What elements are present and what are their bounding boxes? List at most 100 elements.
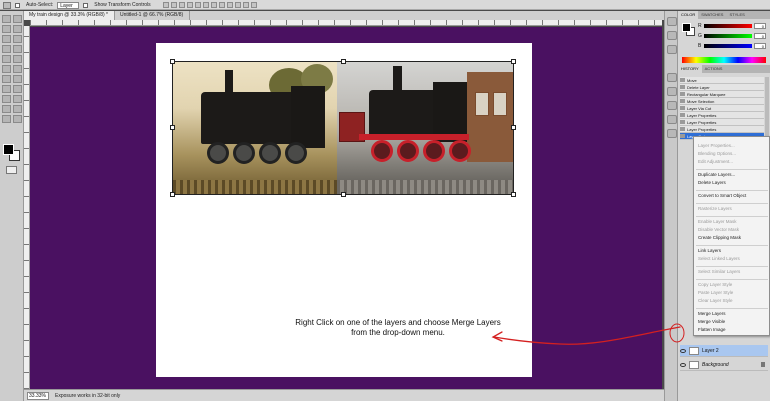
tab-history[interactable]: HISTORY	[678, 65, 702, 73]
history-item[interactable]: Layer Properties	[680, 112, 764, 119]
blur-icon[interactable]	[2, 75, 11, 83]
history-item[interactable]: Move Selection	[680, 98, 764, 105]
menu-item-delete-layers[interactable]: Delete Layers	[698, 180, 726, 186]
clone-stamp-icon[interactable]	[2, 55, 11, 63]
locomotive-chimney	[225, 70, 233, 92]
steam-locomotive-photo-sepia[interactable]	[173, 62, 337, 194]
menu-item-convert-smart-object[interactable]: Convert to Smart Object	[698, 193, 746, 199]
tab-train-design[interactable]: My train design @ 33.3% (RGB/8) *	[24, 11, 115, 20]
menu-item-merge-layers[interactable]: Merge Layers	[698, 311, 726, 317]
actions-panel-icon[interactable]	[667, 87, 677, 96]
red-slider[interactable]	[704, 24, 752, 28]
distribute-left-icon[interactable]	[234, 2, 241, 8]
foreground-color-chip[interactable]	[682, 23, 691, 32]
shape-icon[interactable]	[13, 95, 22, 103]
hand-icon[interactable]	[2, 115, 11, 123]
zoom-icon[interactable]	[13, 115, 22, 123]
type-icon[interactable]	[13, 85, 22, 93]
layer-row-layer-2[interactable]: Layer 2	[680, 345, 768, 357]
align-center-icon[interactable]	[194, 2, 201, 8]
move-tool-icon[interactable]	[3, 1, 11, 9]
healing-brush-icon[interactable]	[2, 45, 11, 53]
crop-icon[interactable]	[2, 35, 11, 43]
marquee-icon[interactable]	[13, 15, 22, 23]
menu-item-paste-layer-style: Paste Layer Style	[698, 290, 734, 295]
history-step-icon	[680, 113, 685, 117]
history-item[interactable]: Layer Via Cut	[680, 105, 764, 112]
history-item[interactable]: Rectangular Marquee	[680, 91, 764, 98]
masks-panel-icon[interactable]	[667, 115, 677, 124]
3d-rotate-icon[interactable]	[2, 105, 11, 113]
layer-name: Background	[702, 361, 729, 368]
history-item-label: Move	[687, 77, 697, 83]
tab-color[interactable]: COLOR	[678, 11, 699, 19]
color-panel-icon[interactable]	[667, 17, 677, 26]
history-item[interactable]: Layer Properties	[680, 119, 764, 126]
transform-controls-checkbox[interactable]	[83, 2, 89, 8]
document-page[interactable]: Right Click on one of the layers and cho…	[156, 43, 532, 377]
tab-untitled[interactable]: Untitled-1 @ 66.7% (RGB/8)	[115, 11, 191, 20]
distribute-middle-icon[interactable]	[218, 2, 225, 8]
history-brush-icon[interactable]	[13, 55, 22, 63]
visibility-eye-icon[interactable]	[680, 362, 686, 367]
move-icon[interactable]	[2, 15, 11, 23]
magic-wand-icon[interactable]	[13, 25, 22, 33]
options-bar-background: Auto-Select: Layer Show Transform Contro…	[0, 0, 770, 10]
history-item[interactable]: Move	[680, 77, 764, 84]
blue-value-field[interactable]: 0	[754, 43, 766, 49]
blue-slider[interactable]	[704, 44, 752, 48]
distribute-right-icon[interactable]	[250, 2, 257, 8]
gradient-icon[interactable]	[13, 65, 22, 73]
align-bottom-icon[interactable]	[178, 2, 185, 8]
3d-orbit-icon[interactable]	[13, 105, 22, 113]
brush-icon[interactable]	[13, 45, 22, 53]
canvas-area[interactable]: Right Click on one of the layers and cho…	[30, 27, 662, 389]
menu-item-duplicate-layers[interactable]: Duplicate Layers...	[698, 172, 735, 178]
align-right-icon[interactable]	[202, 2, 209, 8]
tab-swatches[interactable]: SWATCHES	[698, 11, 726, 19]
pen-icon[interactable]	[2, 85, 11, 93]
menu-item-link-layers[interactable]: Link Layers	[698, 248, 721, 254]
menu-item-merge-visible[interactable]: Merge Visible	[698, 319, 725, 325]
tab-styles[interactable]: STYLES	[726, 11, 747, 19]
styles-panel-icon[interactable]	[667, 45, 677, 54]
color-spectrum-bar[interactable]	[682, 57, 766, 63]
red-value-field[interactable]: 0	[754, 23, 766, 29]
lasso-icon[interactable]	[2, 25, 11, 33]
align-left-icon[interactable]	[186, 2, 193, 8]
zoom-level-field[interactable]: 33.33%	[27, 391, 49, 400]
distribute-top-icon[interactable]	[210, 2, 217, 8]
swatches-panel-icon[interactable]	[667, 31, 677, 40]
history-item[interactable]: Delete Layer	[680, 84, 764, 91]
green-slider[interactable]	[704, 34, 752, 38]
menu-item-flatten-image[interactable]: Flatten Image	[698, 327, 726, 333]
foreground-color-swatch[interactable]	[3, 144, 14, 155]
eyedropper-icon[interactable]	[13, 35, 22, 43]
dodge-icon[interactable]	[13, 75, 22, 83]
channels-panel-icon[interactable]	[667, 129, 677, 138]
eraser-icon[interactable]	[2, 65, 11, 73]
path-select-icon[interactable]	[2, 95, 11, 103]
history-step-icon	[680, 85, 685, 89]
locomotive-wheel	[423, 140, 445, 162]
auto-select-dropdown[interactable]: Layer	[57, 1, 80, 9]
align-top-icon[interactable]	[162, 2, 169, 8]
adjustments-panel-icon[interactable]	[667, 101, 677, 110]
history-step-icon	[680, 120, 685, 124]
quick-mask-icon[interactable]	[6, 166, 17, 174]
menu-separator	[696, 190, 768, 191]
history-panel-icon[interactable]	[667, 73, 677, 82]
auto-select-checkbox[interactable]	[15, 2, 20, 8]
visibility-eye-icon[interactable]	[680, 348, 686, 353]
horizontal-ruler[interactable]	[30, 20, 662, 26]
engine-shed	[467, 72, 513, 162]
distribute-center-icon[interactable]	[242, 2, 249, 8]
green-value-field[interactable]: 0	[754, 33, 766, 39]
menu-item-create-clipping-mask[interactable]: Create Clipping Mask	[698, 235, 741, 241]
steam-locomotive-photo-red-wheels[interactable]	[337, 62, 513, 194]
tab-actions[interactable]: ACTIONS	[702, 65, 726, 73]
align-middle-icon[interactable]	[170, 2, 177, 8]
distribute-bottom-icon[interactable]	[226, 2, 233, 8]
layer-row-background[interactable]: Background	[680, 359, 768, 371]
history-item[interactable]: Layer Properties	[680, 126, 764, 133]
